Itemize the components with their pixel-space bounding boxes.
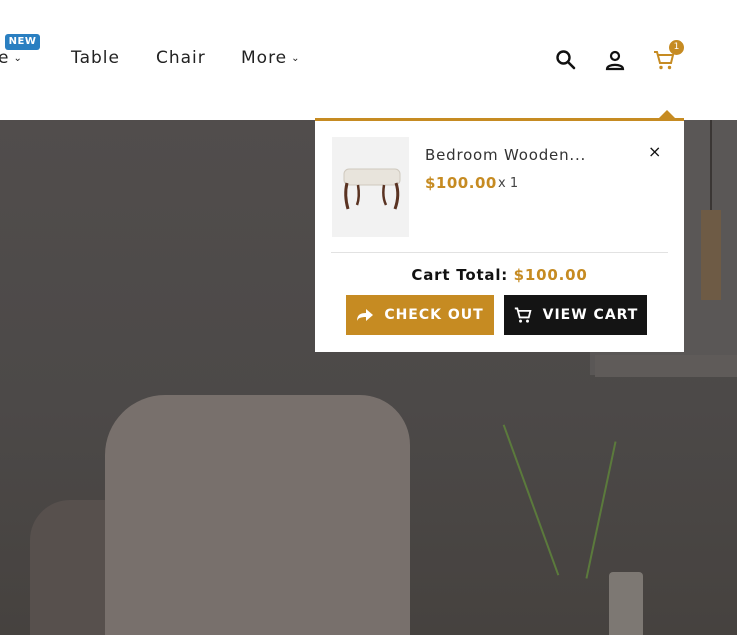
nav-item-label: Chair xyxy=(156,48,206,68)
nav-item-label: More xyxy=(241,48,288,68)
checkout-label: CHECK OUT xyxy=(384,307,484,323)
cart-total: Cart Total: $100.00 xyxy=(315,266,684,284)
cart-item-price: $100.00 xyxy=(425,174,497,192)
site-header: NEW e ⌄ Table Chair More ⌄ 1 xyxy=(0,0,737,120)
armchair-image xyxy=(105,395,410,635)
cart-item-quantity: x 1 xyxy=(498,176,519,191)
chevron-down-icon: ⌄ xyxy=(291,53,301,64)
user-icon[interactable] xyxy=(603,48,627,72)
close-icon[interactable]: × xyxy=(648,142,661,161)
cart-total-value: $100.00 xyxy=(513,266,588,284)
nav-item-label: Table xyxy=(71,48,120,68)
dropdown-caret xyxy=(659,110,675,118)
cart-count-badge: 1 xyxy=(669,40,684,55)
nav-item-chair[interactable]: Chair xyxy=(156,48,206,68)
vase-image xyxy=(609,572,643,635)
nav-item-home[interactable]: e ⌄ xyxy=(0,48,23,68)
search-icon[interactable] xyxy=(554,48,578,72)
chevron-down-icon: ⌄ xyxy=(13,53,23,64)
shelf xyxy=(595,355,737,377)
mini-cart-dropdown: Bedroom Wooden... $100.00 x 1 × Cart Tot… xyxy=(315,110,684,352)
divider xyxy=(331,252,668,253)
checkout-button[interactable]: CHECK OUT xyxy=(346,295,494,335)
lamp xyxy=(701,210,721,300)
nav-item-label: e xyxy=(0,48,10,68)
nav-item-more[interactable]: More ⌄ xyxy=(241,48,301,68)
nav-item-table[interactable]: Table xyxy=(71,48,120,68)
lamp-cord xyxy=(710,120,712,210)
cart-total-label: Cart Total: xyxy=(411,266,509,284)
view-cart-label: VIEW CART xyxy=(542,307,639,323)
cart-icon xyxy=(514,307,532,323)
cart-item-thumbnail[interactable] xyxy=(332,137,409,237)
cart-item-name[interactable]: Bedroom Wooden... xyxy=(425,146,586,164)
share-arrow-icon xyxy=(357,309,374,321)
view-cart-button[interactable]: VIEW CART xyxy=(504,295,647,335)
